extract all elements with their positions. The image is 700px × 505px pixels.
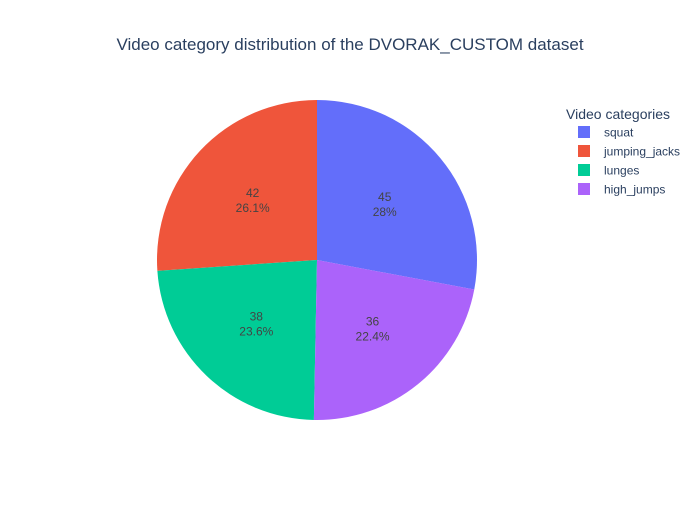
slice-percent-label: 23.6%	[239, 325, 273, 339]
legend-title: Video categories	[566, 106, 670, 122]
legend-label: high_jumps	[604, 183, 665, 197]
pie-slice-lunges[interactable]	[157, 260, 317, 420]
legend-item-high-jumps[interactable]: high_jumps	[578, 183, 665, 197]
pie-chart: Video category distribution of the DVORA…	[116, 35, 680, 420]
legend: squat jumping_jackslunges high_jumps	[578, 126, 680, 197]
slice-value-label: 45	[378, 190, 392, 204]
slice-percent-label: 28%	[373, 205, 397, 219]
slice-value-label: 38	[250, 310, 264, 324]
slice-percent-label: 26.1%	[236, 201, 270, 215]
legend-item-squat[interactable]: squat	[578, 126, 634, 140]
pie-slice-squat[interactable]	[317, 100, 477, 290]
legend-label: lunges	[604, 164, 639, 178]
pie-slice-jumping-jacks[interactable]	[157, 100, 317, 271]
legend-swatch	[578, 164, 590, 176]
legend-swatch	[578, 126, 590, 138]
slice-value-label: 36	[366, 314, 380, 328]
legend-item-lunges[interactable]: lunges	[578, 164, 639, 178]
chart-title: Video category distribution of the DVORA…	[116, 35, 583, 54]
legend-swatch	[578, 183, 590, 195]
legend-label: jumping_jacks	[603, 145, 680, 159]
slice-percent-label: 22.4%	[356, 329, 390, 343]
chart-root: Video category distribution of the DVORA…	[0, 0, 700, 500]
slice-value-label: 42	[246, 186, 260, 200]
legend-swatch	[578, 145, 590, 157]
pie-slices	[157, 100, 477, 420]
legend-label: squat	[604, 126, 634, 140]
legend-item-jumping-jacks[interactable]: jumping_jacks	[578, 145, 680, 159]
